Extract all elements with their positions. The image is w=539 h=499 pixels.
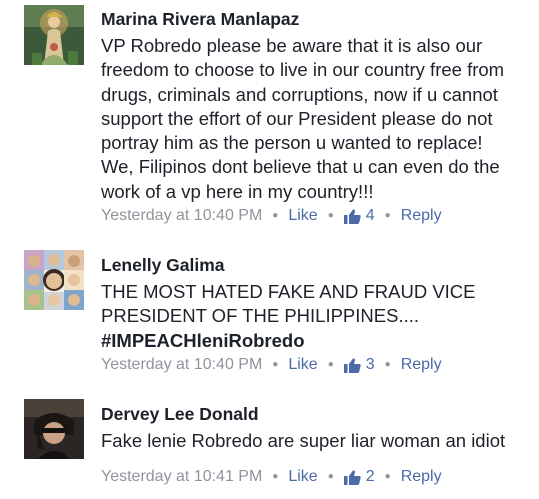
comment-timestamp[interactable]: Yesterday at 10:40 PM <box>101 205 262 227</box>
thumbs-up-icon[interactable] <box>343 357 361 373</box>
avatar-image <box>24 399 84 459</box>
avatar-image <box>24 5 84 65</box>
comment-text-line: THE MOST HATED FAKE AND FRAUD VICE <box>101 281 476 302</box>
comment-author[interactable]: Dervey Lee Donald <box>101 404 529 426</box>
reply-link[interactable]: Reply <box>401 205 442 227</box>
reply-link[interactable]: Reply <box>401 466 442 488</box>
like-count[interactable]: 4 <box>366 205 375 227</box>
comment-text-line: drugs, criminals and corruptions, now if… <box>101 83 498 105</box>
like-count[interactable]: 2 <box>366 466 375 488</box>
thumbs-up-icon[interactable] <box>343 208 361 224</box>
comment-author[interactable]: Marina Rivera Manlapaz <box>101 9 529 31</box>
separator-dot: ● <box>384 471 391 482</box>
separator-dot: ● <box>384 210 391 221</box>
comment-author[interactable]: Lenelly Galima <box>101 255 529 277</box>
separator-dot: ● <box>272 359 279 370</box>
hashtag-link[interactable]: #IMPEACHleniRobredo <box>101 329 529 353</box>
comment-actions: Yesterday at 10:40 PM ● Like ● 3 ● Reply <box>101 354 529 376</box>
comment-text-line: support the effort of our President plea… <box>101 107 493 129</box>
thumbs-up-icon[interactable] <box>343 469 361 485</box>
avatar-image <box>24 250 84 310</box>
comment-timestamp[interactable]: Yesterday at 10:41 PM <box>101 466 262 488</box>
reply-link[interactable]: Reply <box>401 354 442 376</box>
separator-dot: ● <box>272 471 279 482</box>
separator-dot: ● <box>272 210 279 221</box>
separator-dot: ● <box>327 359 334 370</box>
comment-text-line: Fake lenie Robredo are super liar woman … <box>101 430 506 451</box>
comment-text: Fake lenie Robredo are super liar woman … <box>101 429 529 453</box>
comment-text-line: We, Filipinos dont believe that u can ev… <box>101 156 500 178</box>
avatar[interactable] <box>24 250 84 310</box>
comment-text-line: freedom to choose to live in our country… <box>101 59 505 81</box>
comment-text-line: work of a vp here in my country!!! <box>101 180 374 202</box>
separator-dot: ● <box>327 210 334 221</box>
avatar[interactable] <box>24 399 84 459</box>
comment-text: VP Robredo please be aware that it is al… <box>101 34 529 204</box>
comment-text-line: PRESIDENT OF THE PHILIPPINES.... <box>101 305 420 327</box>
comment-timestamp[interactable]: Yesterday at 10:40 PM <box>101 354 262 376</box>
like-link[interactable]: Like <box>288 205 317 227</box>
comment-text-line: portray him as the person u wanted to re… <box>101 132 483 154</box>
like-count[interactable]: 3 <box>366 354 375 376</box>
comment-text-line: VP Robredo please be aware that it is al… <box>101 35 483 56</box>
like-link[interactable]: Like <box>288 466 317 488</box>
separator-dot: ● <box>327 471 334 482</box>
like-link[interactable]: Like <box>288 354 317 376</box>
comment-text: THE MOST HATED FAKE AND FRAUD VICE PRESI… <box>101 280 529 353</box>
comment-actions: Yesterday at 10:40 PM ● Like ● 4 ● Reply <box>101 205 529 227</box>
comment-actions: Yesterday at 10:41 PM ● Like ● 2 ● Reply <box>101 466 529 488</box>
separator-dot: ● <box>384 359 391 370</box>
avatar[interactable] <box>24 5 84 65</box>
